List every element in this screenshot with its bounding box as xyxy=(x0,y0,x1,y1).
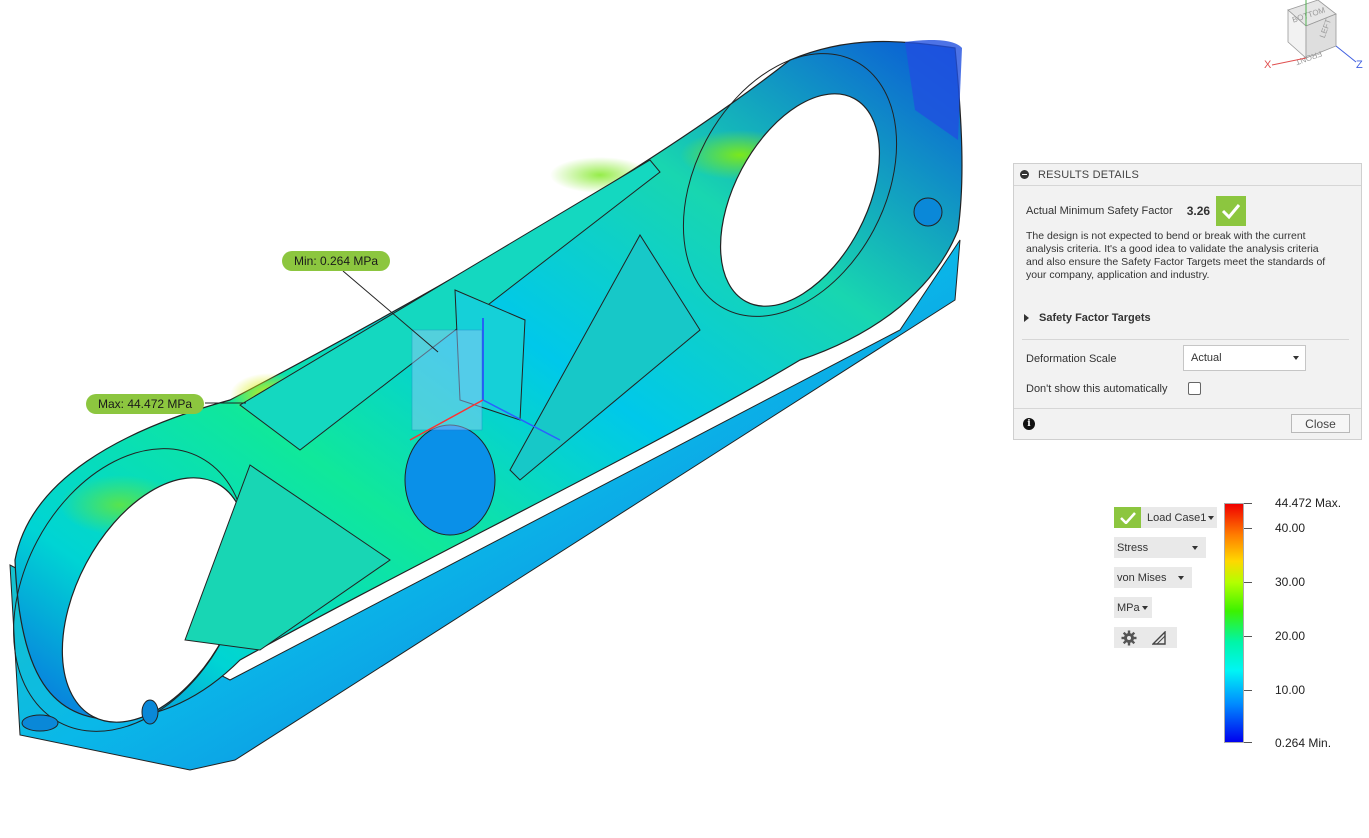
safety-factor-row: Actual Minimum Safety Factor 3.26 xyxy=(1026,196,1247,226)
tick-mark xyxy=(1244,690,1252,691)
dont-show-label: Don't show this automatically xyxy=(1026,383,1168,395)
deformation-scale-select[interactable]: Actual xyxy=(1183,345,1306,371)
tick-mark xyxy=(1244,528,1252,529)
tick-mark xyxy=(1244,503,1252,504)
load-case-select[interactable]: Load Case1 xyxy=(1114,507,1217,528)
panel-footer: i Close xyxy=(1014,408,1361,439)
chevron-down-icon xyxy=(1178,575,1184,580)
max-stress-callout[interactable]: Max: 44.472 MPa xyxy=(86,394,205,414)
deformation-scale-value: Actual xyxy=(1191,352,1222,364)
expand-icon[interactable] xyxy=(1024,314,1029,322)
chevron-down-icon xyxy=(1208,515,1215,520)
legend-tick-label: 10.00 xyxy=(1275,683,1306,697)
legend-max-label: 44.472 Max. xyxy=(1275,496,1342,510)
results-details-title: RESULTS DETAILS xyxy=(1038,168,1140,181)
deformation-scale-label: Deformation Scale xyxy=(1026,353,1117,365)
chevron-down-icon xyxy=(1141,605,1148,610)
legend-options-bar xyxy=(1114,627,1177,648)
tick-mark xyxy=(1244,636,1252,637)
results-details-panel: RESULTS DETAILS Actual Minimum Safety Fa… xyxy=(1013,163,1362,440)
axis-x-label: X xyxy=(1264,59,1272,71)
result-type-label: Stress xyxy=(1117,541,1149,554)
results-details-header[interactable]: RESULTS DETAILS xyxy=(1014,164,1361,186)
unit-label: MPa xyxy=(1117,601,1140,614)
collapse-icon[interactable] xyxy=(1020,170,1029,179)
axis-z-label: Z xyxy=(1356,59,1363,71)
tick-mark xyxy=(1244,582,1252,583)
safety-description: The design is not expected to bend or br… xyxy=(1026,230,1326,281)
safety-check-icon xyxy=(1216,196,1247,226)
deformation-toggle-icon[interactable] xyxy=(1144,630,1174,645)
result-controls: Load Case1 Stress von Mises MPa xyxy=(1114,506,1224,656)
legend-tick-label: 40.00 xyxy=(1275,521,1306,535)
chevron-down-icon xyxy=(1293,356,1299,360)
legend-min-label: 0.264 Min. xyxy=(1275,736,1332,750)
load-case-label: Load Case1 xyxy=(1147,511,1207,524)
divider xyxy=(1022,339,1349,340)
safety-factor-targets-toggle[interactable]: Safety Factor Targets xyxy=(1024,312,1151,324)
result-type-select[interactable]: Stress xyxy=(1114,537,1206,558)
stress-legend: 44.472 Max. 40.00 30.00 20.00 10.00 0.26… xyxy=(1220,496,1369,758)
min-stress-callout[interactable]: Min: 0.264 MPa xyxy=(282,251,391,271)
stress-component-label: von Mises xyxy=(1117,571,1167,584)
tick-mark xyxy=(1244,742,1252,743)
stress-model[interactable] xyxy=(0,0,1010,833)
unit-select[interactable]: MPa xyxy=(1114,597,1152,618)
safety-factor-targets-label: Safety Factor Targets xyxy=(1039,312,1151,324)
viewport-canvas[interactable]: Min: 0.264 MPa Max: 44.472 MPa xyxy=(0,0,1010,833)
viewcube[interactable]: BOTTOM LEFT FRONT X Z xyxy=(1258,0,1369,80)
legend-tick-label: 20.00 xyxy=(1275,629,1306,643)
chevron-down-icon xyxy=(1192,545,1198,550)
safety-factor-value: 3.26 xyxy=(1186,204,1211,218)
safety-factor-label: Actual Minimum Safety Factor xyxy=(1026,205,1173,217)
info-icon[interactable]: i xyxy=(1023,418,1035,430)
gear-icon[interactable] xyxy=(1114,630,1144,646)
close-button[interactable]: Close xyxy=(1291,414,1350,433)
dont-show-checkbox[interactable] xyxy=(1188,382,1201,395)
legend-tick-label: 30.00 xyxy=(1275,575,1306,589)
color-scale-bar xyxy=(1224,503,1244,743)
stress-component-select[interactable]: von Mises xyxy=(1114,567,1192,588)
load-case-check-icon xyxy=(1114,507,1141,528)
